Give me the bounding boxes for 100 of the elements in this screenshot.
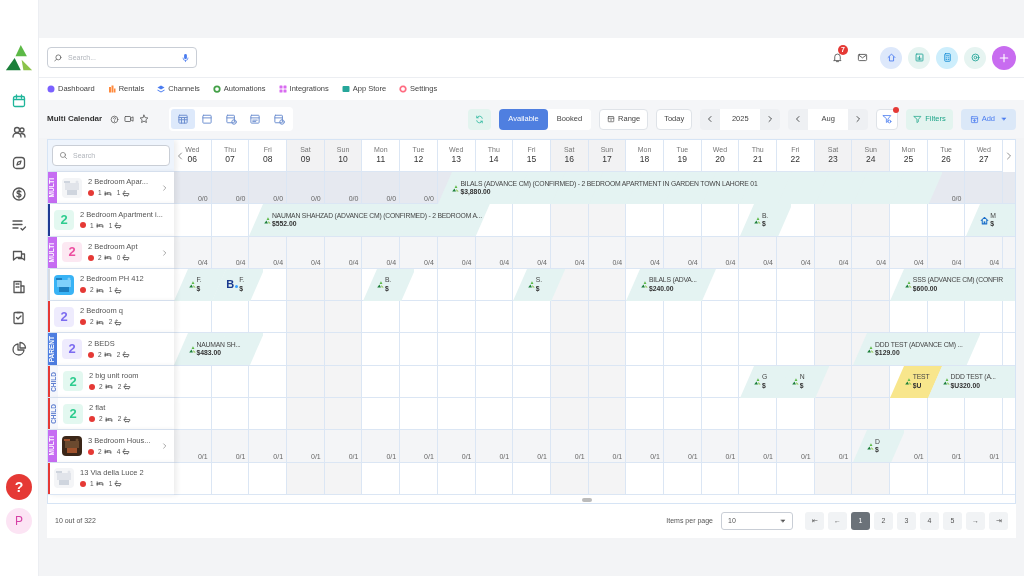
- logo-icon: [904, 281, 912, 289]
- logo-icon: [452, 184, 460, 192]
- page-title: Multi Calendar: [47, 113, 103, 125]
- calendar-clock-icon: [225, 113, 238, 125]
- logo-icon: [527, 281, 535, 289]
- view-toggle[interactable]: [171, 109, 196, 129]
- listing-thumbnail: 2: [62, 242, 82, 263]
- refresh-button[interactable]: [468, 108, 492, 130]
- bath-icon: [122, 189, 131, 197]
- bath-icon: [114, 480, 123, 488]
- search-icon: [54, 53, 64, 63]
- calendar-grid-icon: [177, 113, 190, 125]
- chat-icon[interactable]: [11, 248, 27, 264]
- bed-icon: [104, 383, 113, 391]
- day-number: 13: [451, 154, 461, 165]
- microphone-icon[interactable]: [181, 53, 190, 63]
- bed-icon: [95, 286, 104, 294]
- bath-icon: [123, 415, 132, 423]
- chevron-right-icon: [766, 115, 775, 123]
- chevron-right-icon[interactable]: [161, 442, 168, 451]
- logo-icon: [904, 378, 912, 386]
- day-number: 10: [338, 154, 348, 165]
- dollar-icon[interactable]: [11, 186, 27, 202]
- help-icon[interactable]: [110, 114, 120, 124]
- add-button[interactable]: [992, 45, 1016, 70]
- chart-button[interactable]: [908, 46, 930, 69]
- filter-settings-button[interactable]: [876, 108, 899, 130]
- day-number: 27: [979, 154, 989, 165]
- clipboard-check-icon[interactable]: [11, 310, 27, 326]
- day-number: 24: [866, 154, 876, 165]
- caret-icon: [1001, 116, 1007, 122]
- compass-icon[interactable]: [11, 155, 27, 171]
- day-number: 06: [187, 154, 198, 165]
- logo-icon: [263, 216, 271, 224]
- day-number: 14: [489, 154, 499, 165]
- day-number: 15: [526, 154, 537, 165]
- day-number: 18: [639, 154, 650, 165]
- bath-icon: [122, 448, 131, 455]
- bed-icon: [103, 254, 112, 262]
- people-icon[interactable]: [11, 124, 27, 140]
- pie-chart-icon[interactable]: [11, 341, 27, 357]
- day-number: 16: [564, 154, 574, 165]
- chart-icon: [913, 52, 925, 63]
- listing-thumbnail: 2: [54, 209, 74, 230]
- day-number: 09: [300, 154, 311, 165]
- bed-icon: [95, 221, 104, 229]
- bath-icon: [114, 221, 123, 229]
- video-icon[interactable]: [124, 114, 135, 124]
- listing-thumbnail: 2: [62, 339, 82, 360]
- help-button[interactable]: ?: [6, 474, 32, 500]
- building-icon[interactable]: [11, 279, 27, 295]
- calculator-button[interactable]: [936, 46, 958, 69]
- listing-thumbnail: 2: [63, 371, 83, 392]
- channel-logo: B: [226, 279, 239, 291]
- chevron-right-icon[interactable]: [161, 248, 168, 257]
- bell-icon[interactable]: [832, 51, 843, 63]
- day-number: 17: [602, 154, 612, 165]
- calendar-plus-icon: [969, 114, 979, 124]
- support-icon: [969, 52, 981, 63]
- checklist-icon[interactable]: [11, 217, 27, 233]
- chevron-left-icon: [794, 115, 803, 123]
- chevron-right-icon: [854, 115, 863, 123]
- support-button[interactable]: [964, 46, 986, 69]
- bed-icon: [95, 318, 104, 326]
- bath-icon: [114, 318, 123, 326]
- calculator-icon: [941, 52, 953, 63]
- calendar-icon[interactable]: [11, 93, 27, 109]
- filter-icon: [913, 114, 923, 124]
- day-number: 26: [941, 154, 951, 165]
- house-button[interactable]: [880, 46, 902, 69]
- chevron-right-icon[interactable]: [161, 184, 168, 192]
- chevron-right-icon[interactable]: [1005, 151, 1013, 161]
- house-icon: [980, 215, 990, 225]
- mail-icon[interactable]: [857, 52, 868, 63]
- day-number: 22: [790, 154, 801, 165]
- day-number: 21: [752, 154, 763, 165]
- chevron-left-icon: [706, 115, 715, 123]
- day-number: 08: [263, 154, 273, 165]
- bath-icon: [122, 351, 131, 359]
- logo-icon: [867, 442, 875, 450]
- day-number: 25: [903, 154, 914, 165]
- day-number: 11: [376, 154, 386, 165]
- caret-icon: [780, 518, 786, 524]
- listing-thumbnail: 2: [63, 403, 83, 424]
- bed-icon: [103, 351, 112, 359]
- bath-icon: [123, 383, 132, 391]
- calendar-clock-icon: [273, 113, 286, 125]
- day-number: 12: [413, 154, 424, 165]
- star-icon[interactable]: [139, 114, 150, 124]
- bed-icon: [103, 189, 112, 197]
- scroll-handle[interactable]: [581, 497, 592, 502]
- logo-icon: [754, 216, 761, 224]
- house-icon: [885, 52, 897, 63]
- day-number: 20: [715, 154, 725, 165]
- logo-icon: [188, 281, 196, 289]
- search-icon: [59, 151, 68, 160]
- logo-icon: [4, 44, 34, 72]
- filter-gear-icon: [882, 114, 893, 124]
- listing-thumbnail: 2: [54, 306, 74, 327]
- chevron-left-icon[interactable]: [176, 151, 184, 161]
